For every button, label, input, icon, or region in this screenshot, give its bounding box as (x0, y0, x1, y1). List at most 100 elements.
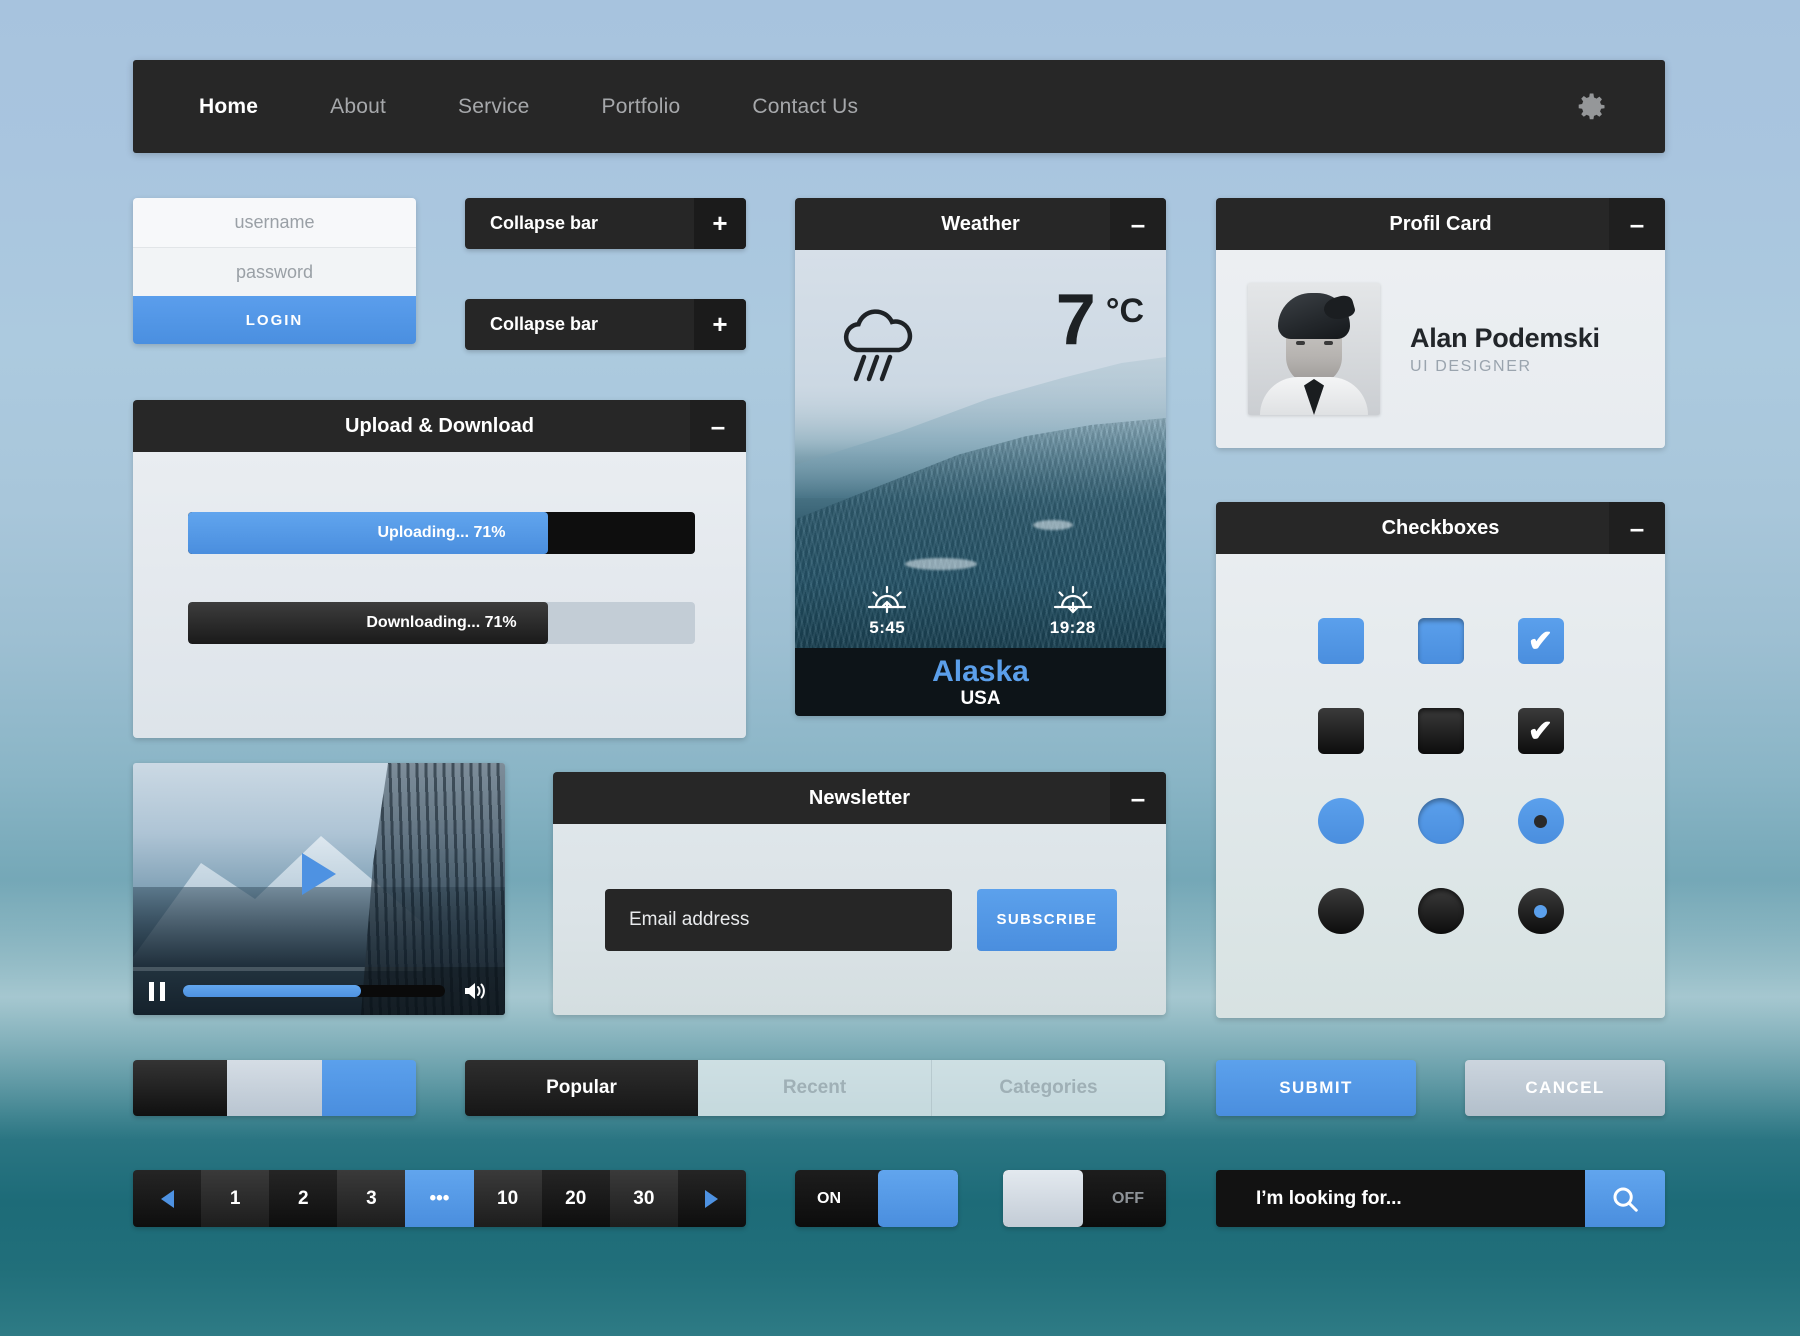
checkbox-dark-empty[interactable] (1317, 708, 1364, 754)
play-icon[interactable] (302, 852, 336, 895)
sunrise-time: 5:45 (869, 618, 906, 637)
upload-progress-bar: Uploading... 71% (188, 512, 695, 554)
pagination-page-10[interactable]: 10 (473, 1170, 542, 1227)
nav-item-service[interactable]: Service (422, 95, 565, 119)
collapse-bar-1[interactable]: Collapse bar + (465, 198, 746, 249)
video-player[interactable] (133, 763, 505, 1015)
password-input[interactable]: password (133, 247, 416, 296)
sunset-time: 19:28 (1049, 618, 1096, 637)
temperature-unit: °C (1105, 292, 1144, 330)
profile-card-title: Profil Card (1389, 212, 1492, 235)
avatar-eye (1296, 341, 1305, 345)
subscribe-button[interactable]: SUBSCRIBE (977, 888, 1117, 951)
temperature-display: 7 °C (1055, 280, 1144, 360)
collapse-bar-1-expand-icon[interactable]: + (694, 198, 746, 249)
ui-kit-stage: Home About Service Portfolio Contact Us … (0, 0, 1800, 1336)
weather-header: Weather – (795, 198, 1166, 250)
segment-light[interactable] (227, 1060, 322, 1116)
volume-icon[interactable] (463, 980, 489, 1002)
newsletter-body: Email address SUBSCRIBE (553, 824, 1166, 1015)
nav-item-about[interactable]: About (294, 95, 422, 119)
login-form: username password LOGIN (133, 198, 416, 344)
color-segment-control[interactable] (133, 1060, 416, 1116)
login-button[interactable]: LOGIN (133, 296, 416, 344)
pagination-page-3[interactable]: 3 (337, 1170, 406, 1227)
search-bar: I’m looking for... (1216, 1170, 1665, 1227)
collapse-bar-2-expand-icon[interactable]: + (694, 299, 746, 350)
pause-icon[interactable] (149, 981, 165, 1001)
checkboxes-title: Checkboxes (1381, 516, 1500, 539)
upload-progress-label: Uploading... 71% (377, 524, 506, 541)
radio-dark-pressed[interactable] (1417, 888, 1464, 934)
gear-icon[interactable] (1573, 89, 1609, 125)
pagination-page-1[interactable]: 1 (201, 1170, 270, 1227)
newsletter-collapse-icon[interactable]: – (1110, 772, 1166, 824)
toggle-off-label: OFF (1112, 1189, 1144, 1207)
radio-dark-empty[interactable] (1317, 888, 1364, 934)
collapse-bar-2[interactable]: Collapse bar + (465, 299, 746, 350)
segment-dark[interactable] (133, 1060, 228, 1116)
checkbox-blue-empty[interactable] (1317, 618, 1364, 664)
snow-patch (905, 558, 977, 570)
video-controls (133, 967, 505, 1015)
pagination-page-30[interactable]: 30 (609, 1170, 678, 1227)
toggle-off-knob[interactable] (1003, 1170, 1083, 1227)
radio-dark-selected[interactable] (1517, 888, 1564, 934)
newsletter-header: Newsletter – (553, 772, 1166, 824)
radio-dot (1534, 814, 1547, 828)
segment-blue[interactable] (321, 1060, 416, 1116)
nav-item-portfolio[interactable]: Portfolio (565, 95, 716, 119)
tab-categories[interactable]: Categories (931, 1060, 1165, 1116)
tab-recent[interactable]: Recent (698, 1060, 931, 1116)
pagination: 1 2 3 ••• 10 20 30 (133, 1170, 746, 1227)
checkbox-dark-pressed[interactable] (1417, 708, 1464, 754)
newsletter-title: Newsletter (808, 786, 911, 809)
radio-blue-pressed[interactable] (1417, 798, 1464, 844)
upload-download-body: Uploading... 71% Downloading... 71% (133, 452, 746, 738)
newsletter-panel: Newsletter – Email address SUBSCRIBE (553, 772, 1166, 1015)
pagination-next-button[interactable] (677, 1170, 746, 1227)
toggle-on-knob[interactable] (878, 1170, 958, 1227)
avatar (1248, 283, 1380, 415)
checkbox-blue-checked[interactable]: ✔ (1517, 618, 1564, 664)
profile-card-collapse-icon[interactable]: – (1609, 198, 1665, 250)
search-button[interactable] (1585, 1170, 1665, 1227)
pagination-page-20[interactable]: 20 (541, 1170, 610, 1227)
radio-dot (1534, 904, 1547, 918)
nav-item-home[interactable]: Home (163, 95, 294, 119)
email-input[interactable]: Email address (605, 888, 952, 951)
sunrise-block: 5:45 (865, 585, 909, 638)
tab-popular[interactable]: Popular (465, 1060, 698, 1116)
video-progress-fill (183, 985, 362, 997)
radio-blue-selected[interactable] (1517, 798, 1564, 844)
toggle-switch-on[interactable]: ON (795, 1170, 958, 1227)
pagination-page-ellipsis[interactable]: ••• (405, 1170, 474, 1227)
radio-blue-empty[interactable] (1317, 798, 1364, 844)
username-input[interactable]: username (133, 198, 416, 247)
video-progress-track[interactable] (183, 985, 445, 997)
tab-bar: Popular Recent Categories (465, 1060, 1165, 1116)
checkboxes-collapse-icon[interactable]: – (1609, 502, 1665, 554)
pagination-prev-button[interactable] (133, 1170, 202, 1227)
submit-button[interactable]: SUBMIT (1216, 1060, 1416, 1116)
temperature-value: 7 (1055, 280, 1096, 360)
weather-location: Alaska USA (795, 648, 1166, 716)
checkbox-dark-checked[interactable]: ✔ (1517, 708, 1564, 754)
nav-item-contact-us[interactable]: Contact Us (716, 95, 894, 119)
top-navigation-bar: Home About Service Portfolio Contact Us (133, 60, 1665, 153)
toggle-on-label: ON (817, 1189, 841, 1207)
upload-download-collapse-icon[interactable]: – (690, 400, 746, 452)
search-icon (1613, 1187, 1638, 1212)
pagination-page-2[interactable]: 2 (269, 1170, 338, 1227)
weather-collapse-icon[interactable]: – (1110, 198, 1166, 250)
profile-name: Alan Podemski (1410, 322, 1600, 353)
checkboxes-header: Checkboxes – (1216, 502, 1665, 554)
toggle-switch-off[interactable]: OFF (1003, 1170, 1166, 1227)
profile-card-panel: Profil Card – Alan Podemski UI DESIGNER (1216, 198, 1665, 448)
upload-download-title: Upload & Download (345, 414, 534, 437)
checkboxes-panel: Checkboxes – ✔ ✔ (1216, 502, 1665, 1018)
cancel-button[interactable]: CANCEL (1465, 1060, 1665, 1116)
download-progress-bar: Downloading... 71% (188, 602, 695, 644)
checkbox-blue-pressed[interactable] (1417, 618, 1464, 664)
search-input[interactable]: I’m looking for... (1216, 1170, 1585, 1227)
